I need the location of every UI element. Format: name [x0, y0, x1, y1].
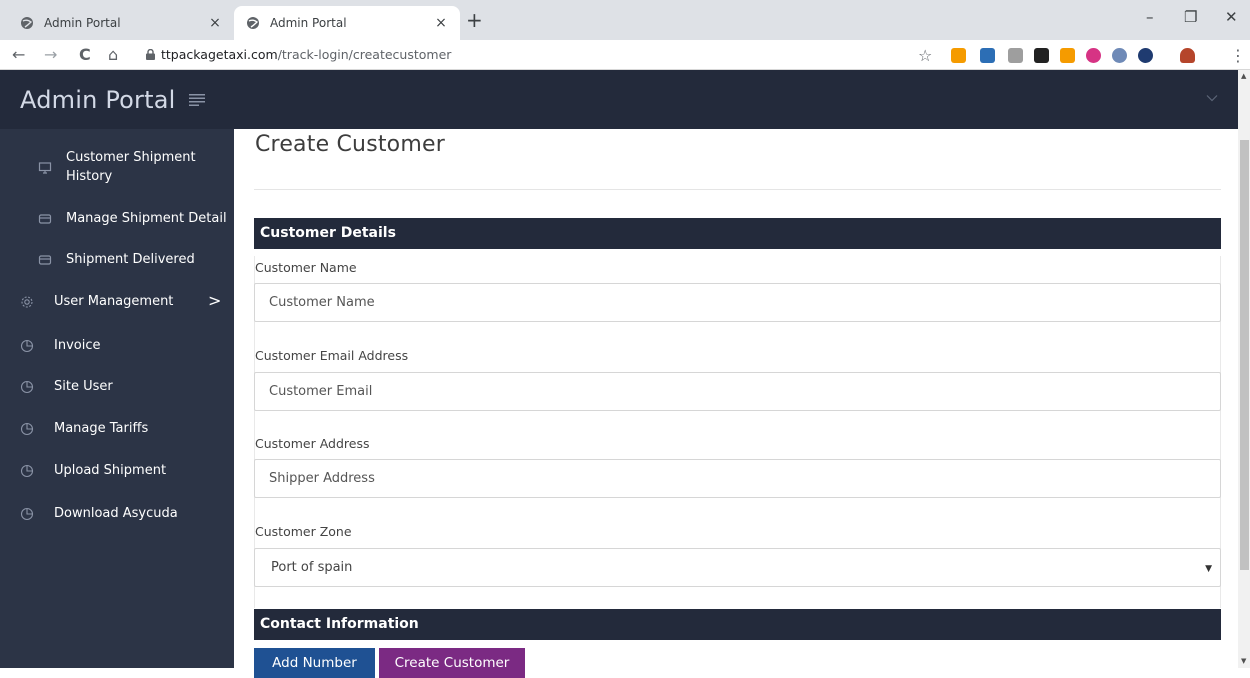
- sidebar-item-label: Customer Shipment: [66, 150, 196, 165]
- main-content: Create Customer Customer Details Custome…: [234, 129, 1238, 678]
- sidebar-item-manage-tariffs[interactable]: Manage Tariffs: [0, 418, 234, 440]
- gear-icon: [21, 296, 33, 308]
- tab-title: Admin Portal: [270, 16, 347, 30]
- chevron-down-icon[interactable]: [1206, 94, 1218, 102]
- sidebar-item-label: Upload Shipment: [54, 463, 167, 478]
- customer-address-input[interactable]: [254, 459, 1221, 498]
- card-icon: [38, 214, 52, 224]
- reload-button[interactable]: C: [79, 45, 91, 65]
- scrollbar-thumb[interactable]: [1240, 140, 1249, 570]
- forward-button[interactable]: →: [44, 45, 57, 65]
- sidebar-item-label: Invoice: [54, 338, 101, 353]
- feed-extension-icon[interactable]: [1060, 48, 1075, 63]
- customer-zone-label: Customer Zone: [255, 524, 352, 539]
- customer-name-input[interactable]: [254, 283, 1221, 322]
- tab-close-icon[interactable]: ×: [434, 15, 448, 31]
- customer-email-input[interactable]: [254, 372, 1221, 411]
- sidebar-item-invoice[interactable]: Invoice: [0, 335, 234, 357]
- browser-tab[interactable]: Admin Portal ×: [8, 6, 234, 40]
- app-title: Admin Portal: [20, 85, 176, 114]
- browser-menu-icon[interactable]: ⋮: [1230, 46, 1246, 66]
- pie-chart-icon: [20, 339, 34, 353]
- circle-extension-icon[interactable]: [1138, 48, 1153, 63]
- customer-zone-select[interactable]: Port of spain ▼: [254, 548, 1221, 587]
- sidebar-item-download-asycuda[interactable]: Download Asycuda: [0, 503, 234, 525]
- globe-extension-icon[interactable]: [1112, 48, 1127, 63]
- url-domain: ttpackagetaxi.com: [161, 47, 278, 62]
- customer-email-label: Customer Email Address: [255, 348, 409, 363]
- customer-name-label: Customer Name: [255, 260, 357, 275]
- section-header-contact-information: Contact Information: [254, 609, 1221, 640]
- sidebar: Admin Portal Customer Shipment History M…: [0, 70, 234, 668]
- add-number-button[interactable]: Add Number: [254, 648, 375, 678]
- profile-avatar-icon[interactable]: [1180, 48, 1195, 63]
- tab-close-icon[interactable]: ×: [208, 15, 222, 31]
- url-path: /track-login/createcustomer: [277, 47, 452, 62]
- monitor-icon: [38, 162, 52, 174]
- customer-address-label: Customer Address: [255, 436, 370, 451]
- sidebar-item-site-user[interactable]: Site User: [0, 376, 234, 398]
- home-button[interactable]: ⌂: [108, 45, 118, 65]
- globe-icon: [21, 17, 33, 29]
- section-header-customer-details: Customer Details: [254, 218, 1221, 249]
- sidebar-item-customer-shipment-history[interactable]: Customer Shipment History: [0, 148, 234, 192]
- sidebar-item-label: Shipment Delivered: [66, 252, 195, 267]
- sidebar-item-label: User Management: [54, 294, 174, 309]
- chevron-right-icon: >: [208, 291, 222, 310]
- sidebar-item-label: History: [66, 169, 113, 184]
- sidebar-header: Admin Portal: [0, 70, 234, 129]
- divider: [254, 189, 1221, 190]
- top-header: [234, 70, 1238, 129]
- pie-chart-icon: [20, 507, 34, 521]
- sidebar-item-label: Manage Shipment Detail: [66, 211, 227, 226]
- pie-chart-icon: [20, 380, 34, 394]
- globe-icon: [247, 17, 259, 29]
- hamburger-menu-icon[interactable]: [189, 93, 206, 106]
- page-title: Create Customer: [255, 132, 445, 157]
- minimize-button[interactable]: –: [1146, 8, 1154, 26]
- sidebar-item-user-management[interactable]: User Management >: [0, 291, 234, 313]
- sidebar-item-upload-shipment[interactable]: Upload Shipment: [0, 460, 234, 482]
- dropdown-caret-icon: ▼: [1205, 564, 1212, 574]
- sidebar-item-label: Site User: [54, 379, 113, 394]
- sidebar-item-label: Download Asycuda: [54, 506, 178, 521]
- customer-zone-value: Port of spain: [271, 560, 353, 575]
- browser-tab-active[interactable]: Admin Portal ×: [234, 6, 460, 40]
- glasses-extension-icon[interactable]: [1034, 48, 1049, 63]
- rss-extension-icon[interactable]: [951, 48, 966, 63]
- back-button[interactable]: ←: [12, 45, 25, 65]
- close-window-button[interactable]: ✕: [1225, 8, 1238, 26]
- sidebar-item-shipment-delivered[interactable]: Shipment Delivered: [0, 249, 234, 271]
- sidebar-item-label: Manage Tariffs: [54, 421, 149, 436]
- new-tab-button[interactable]: +: [466, 10, 483, 30]
- card-icon: [38, 255, 52, 265]
- pie-chart-icon: [20, 464, 34, 478]
- bookmark-star-icon[interactable]: ☆: [918, 46, 932, 66]
- color-extension-icon[interactable]: [1086, 48, 1101, 63]
- create-customer-button[interactable]: Create Customer: [379, 648, 525, 678]
- url-field[interactable]: ttpackagetaxi.com/track-login/createcust…: [146, 47, 451, 62]
- address-bar: ← → C ⌂ ttpackagetaxi.com/track-login/cr…: [0, 40, 1250, 70]
- maximize-button[interactable]: ❐: [1184, 8, 1197, 26]
- browser-tab-bar: Admin Portal × Admin Portal × + – ❐ ✕: [0, 0, 1250, 40]
- pie-chart-icon: [20, 422, 34, 436]
- sidebar-item-manage-shipment-detail[interactable]: Manage Shipment Detail: [0, 208, 234, 230]
- tab-title: Admin Portal: [44, 16, 121, 30]
- lock-icon: [146, 49, 155, 60]
- linkedin-extension-icon[interactable]: [980, 48, 995, 63]
- scroll-down-arrow-icon[interactable]: ▼: [1241, 657, 1246, 665]
- g-extension-icon[interactable]: [1008, 48, 1023, 63]
- scroll-up-arrow-icon[interactable]: ▲: [1241, 72, 1246, 80]
